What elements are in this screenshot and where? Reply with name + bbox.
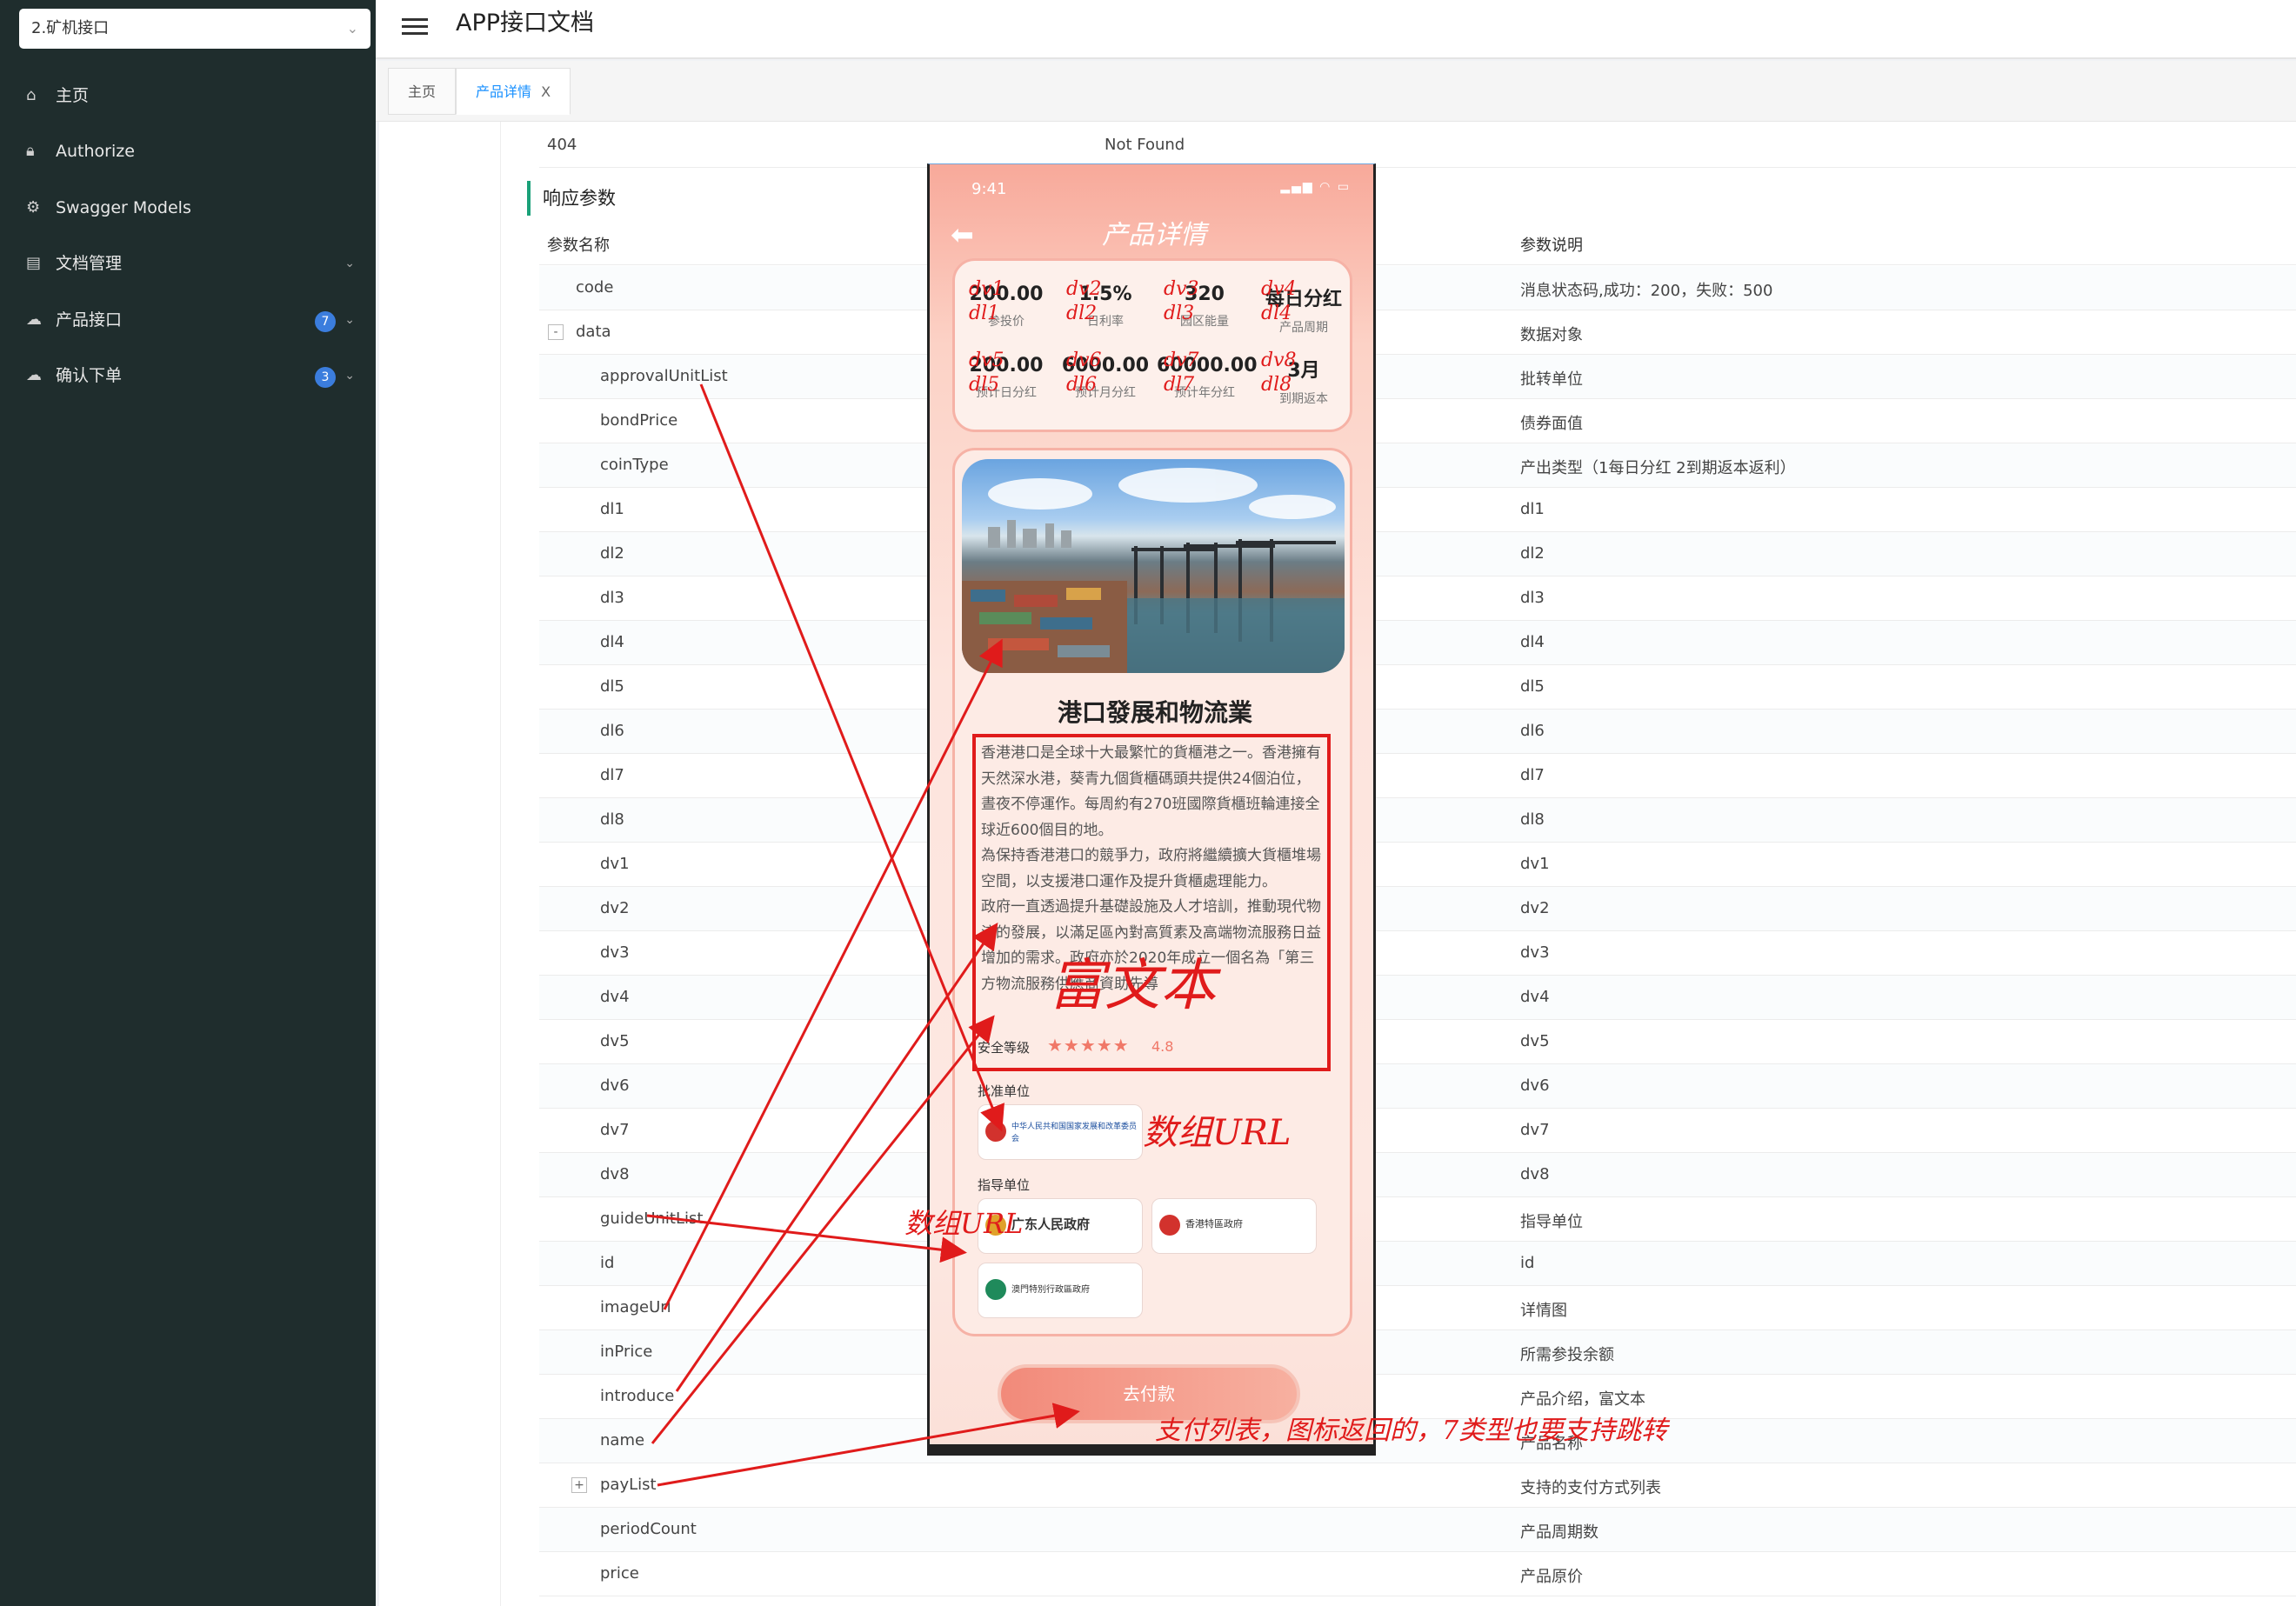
annotation-arrows [646,383,1080,1487]
arrow-paylist [657,1403,1080,1487]
arrow-guide [646,1214,967,1263]
arrow-introduce [675,923,998,1392]
arrow-image [663,638,1003,1310]
arrow-approval [699,383,1004,1132]
